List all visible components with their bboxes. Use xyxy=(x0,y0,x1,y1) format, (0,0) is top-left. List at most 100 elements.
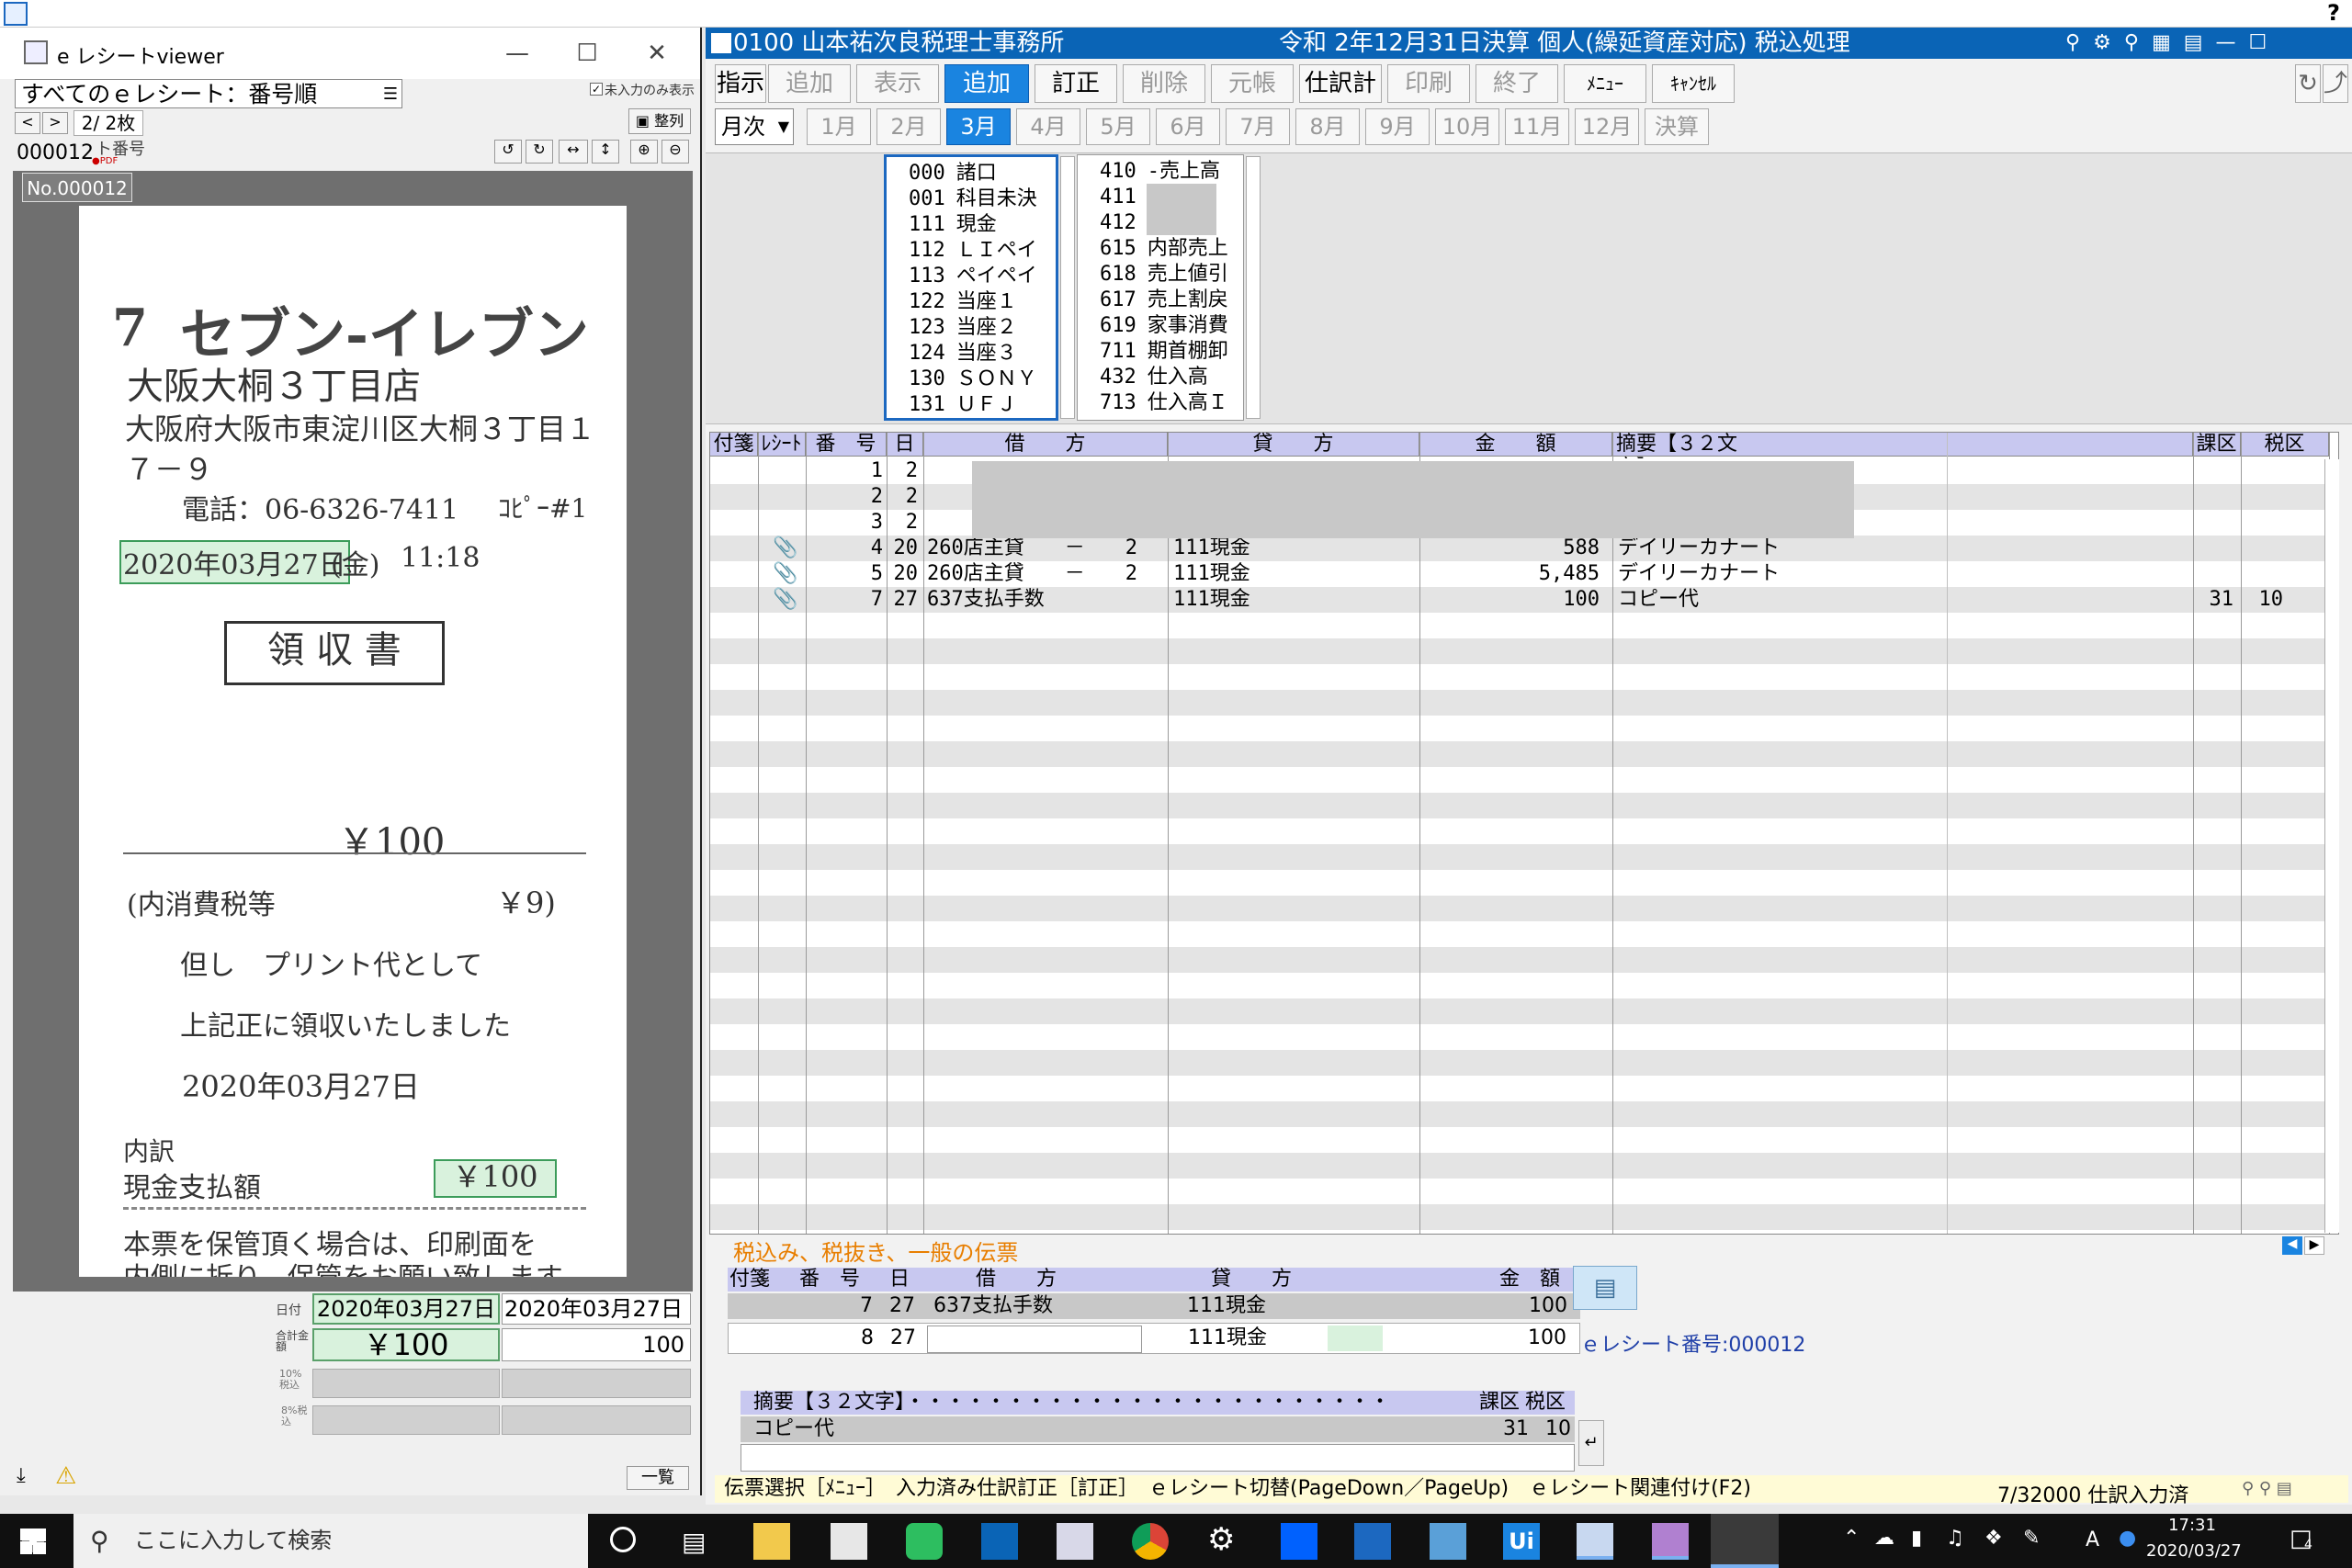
toolbar-delete[interactable]: 削除 xyxy=(1123,64,1205,103)
account-row[interactable]: 713 仕入高Ｉ xyxy=(1100,390,1228,416)
account-row[interactable]: 619 家事消費 xyxy=(1100,313,1228,339)
memo-row[interactable]: コピー代 31 10 xyxy=(741,1416,1575,1442)
report-app-taskbar-icon[interactable] xyxy=(1652,1523,1689,1560)
account-row[interactable]: 001 科目未決 xyxy=(909,186,1037,212)
toolbar-print[interactable]: 印刷 xyxy=(1387,64,1470,103)
month-tab-7[interactable]: 7月 xyxy=(1226,108,1290,145)
table-row[interactable] xyxy=(710,1050,2338,1076)
warning-icon[interactable]: ⚠ xyxy=(55,1462,76,1490)
month-tab-5[interactable]: 5月 xyxy=(1086,108,1150,145)
uipath-icon[interactable]: Ui xyxy=(1503,1523,1540,1560)
table-row[interactable] xyxy=(710,1204,2338,1230)
account-row[interactable]: 711 期首棚卸 xyxy=(1100,339,1228,365)
toolbar-menu[interactable]: ﾒﾆｭｰ xyxy=(1564,64,1646,103)
table-row[interactable] xyxy=(710,767,2338,793)
table-row[interactable] xyxy=(710,1153,2338,1179)
clock-time[interactable]: 17:31 xyxy=(2155,1516,2229,1535)
account-row[interactable]: 130 ＳＯＮＹ xyxy=(909,367,1037,392)
month-tab-2[interactable]: 2月 xyxy=(876,108,941,145)
account-row[interactable]: 617 売上割戻 xyxy=(1100,288,1228,313)
settings-gear-icon[interactable]: ⚙ xyxy=(1207,1521,1235,1558)
file-explorer-icon[interactable] xyxy=(753,1523,790,1560)
ereceipt-taskbar-icon[interactable] xyxy=(1711,1514,1779,1568)
arrange-button[interactable]: ▣ 整列 xyxy=(628,108,691,134)
table-row[interactable] xyxy=(710,998,2338,1024)
cortana-icon[interactable] xyxy=(610,1527,636,1552)
account-row[interactable]: 111 現金 xyxy=(909,212,997,238)
chrome-icon[interactable] xyxy=(1132,1523,1169,1560)
account-row[interactable]: 000 諸口 xyxy=(909,161,997,186)
account-row[interactable]: 131 ＵＦＪ xyxy=(909,392,1017,418)
task-view-icon[interactable]: ▤ xyxy=(682,1527,706,1557)
battery-icon[interactable]: ▮ xyxy=(1911,1527,1922,1550)
attach-receipt-icon[interactable]: ▤ xyxy=(1573,1266,1637,1310)
toolbar-display[interactable]: 表示 xyxy=(856,64,939,103)
month-tab-10[interactable]: 10月 xyxy=(1435,108,1499,145)
list1-scrollbar[interactable] xyxy=(1060,156,1075,419)
grid-scroll-right[interactable]: ▶ xyxy=(2304,1236,2324,1255)
table-row[interactable] xyxy=(710,818,2338,844)
toolbar-ledger[interactable]: 元帳 xyxy=(1211,64,1294,103)
evernote-icon[interactable] xyxy=(906,1523,943,1560)
outlook-icon[interactable] xyxy=(981,1523,1018,1560)
month-tab-13[interactable]: 決算 xyxy=(1645,108,1709,145)
fit-height-icon[interactable]: ↕ xyxy=(592,140,619,164)
month-tab-9[interactable]: 9月 xyxy=(1365,108,1430,145)
slip-row-2[interactable]: 8 27 111現金 100 xyxy=(728,1323,1580,1354)
clock-date[interactable]: 2020/03/27 xyxy=(2146,1541,2242,1561)
table-row[interactable] xyxy=(710,690,2338,716)
slip2-debit-input[interactable] xyxy=(927,1325,1142,1353)
receipt-filter-combo[interactable]: すべてのｅレシート：番号順 ☰ xyxy=(15,79,402,108)
network-icon[interactable]: ● xyxy=(2119,1527,2136,1550)
total-input[interactable]: 100 xyxy=(502,1328,691,1361)
status-icons[interactable]: ⚲ ⚲ ▤ xyxy=(2242,1479,2292,1498)
period-combo[interactable]: 月次 ▼ xyxy=(715,108,794,145)
rotate-left-icon[interactable]: ↺ xyxy=(494,140,522,164)
store-icon[interactable] xyxy=(831,1523,867,1560)
enter-icon[interactable]: ↵ xyxy=(1578,1420,1604,1466)
table-row[interactable] xyxy=(710,1127,2338,1153)
pen-icon[interactable]: ✎ xyxy=(2023,1527,2040,1550)
month-tab-1[interactable]: 1月 xyxy=(807,108,871,145)
dropbox-icon[interactable] xyxy=(1281,1523,1317,1560)
memo-input[interactable] xyxy=(741,1444,1575,1472)
account-row[interactable]: 412 xyxy=(1100,210,1148,236)
table-row[interactable]: 4 20 260店主貸 － 2 111現金 588 デイリーカナート 📎 xyxy=(710,536,2338,561)
tray-chevron-icon[interactable]: ⌃ xyxy=(1843,1527,1860,1550)
rotate-right-icon[interactable]: ↻ xyxy=(526,140,553,164)
toolbar-add-grey[interactable]: 追加 xyxy=(768,64,851,103)
toolbar-exit[interactable]: 終了 xyxy=(1476,64,1558,103)
month-tab-11[interactable]: 11月 xyxy=(1505,108,1569,145)
paperclip-icon[interactable]: 📎 xyxy=(773,536,797,561)
volume-icon[interactable]: ♫ xyxy=(1946,1527,1964,1550)
list2-scrollbar[interactable] xyxy=(1246,156,1261,419)
table-row[interactable] xyxy=(710,1101,2338,1127)
account-row[interactable]: 112 ＬＩペイ xyxy=(909,238,1037,264)
title-tool-icons[interactable]: ⚲⚙⚲▦▤—☐ xyxy=(2065,28,2279,59)
receipt-tab[interactable]: No.000012 xyxy=(22,173,132,202)
account-row[interactable]: 123 当座２ xyxy=(909,315,1017,341)
table-row[interactable] xyxy=(710,716,2338,741)
taskbar-search-box[interactable]: ⚲ ここに入力して検索 xyxy=(74,1514,588,1568)
table-row[interactable] xyxy=(710,947,2338,973)
onedrive-icon[interactable]: ☁ xyxy=(1874,1527,1894,1550)
accounting-app-taskbar-icon[interactable] xyxy=(1577,1523,1613,1560)
account-row[interactable]: 432 仕入高 xyxy=(1100,365,1208,390)
account-row[interactable]: 122 当座１ xyxy=(909,289,1017,315)
account-row[interactable]: 124 当座３ xyxy=(909,341,1017,367)
account-row[interactable]: 410 -売上高 xyxy=(1100,159,1220,185)
date-input[interactable]: 2020年03月27日 xyxy=(502,1293,691,1325)
table-row[interactable] xyxy=(710,638,2338,664)
ime-indicator[interactable]: A xyxy=(2086,1529,2099,1551)
month-tab-6[interactable]: 6月 xyxy=(1156,108,1220,145)
paperclip-icon[interactable]: 📎 xyxy=(773,561,797,587)
account-row[interactable]: 411 xyxy=(1100,185,1148,210)
table-row[interactable] xyxy=(710,1024,2338,1050)
calculator-app-icon[interactable] xyxy=(1354,1523,1391,1560)
table-row[interactable] xyxy=(710,1076,2338,1101)
table-row[interactable] xyxy=(710,870,2338,896)
slip-row-1[interactable]: 7 27 637支払手数 111現金 100 xyxy=(728,1293,1580,1319)
account-row[interactable]: 618 売上値引 xyxy=(1100,262,1228,288)
download-icon[interactable]: ⤓ xyxy=(17,1464,26,1487)
table-row[interactable] xyxy=(710,844,2338,870)
